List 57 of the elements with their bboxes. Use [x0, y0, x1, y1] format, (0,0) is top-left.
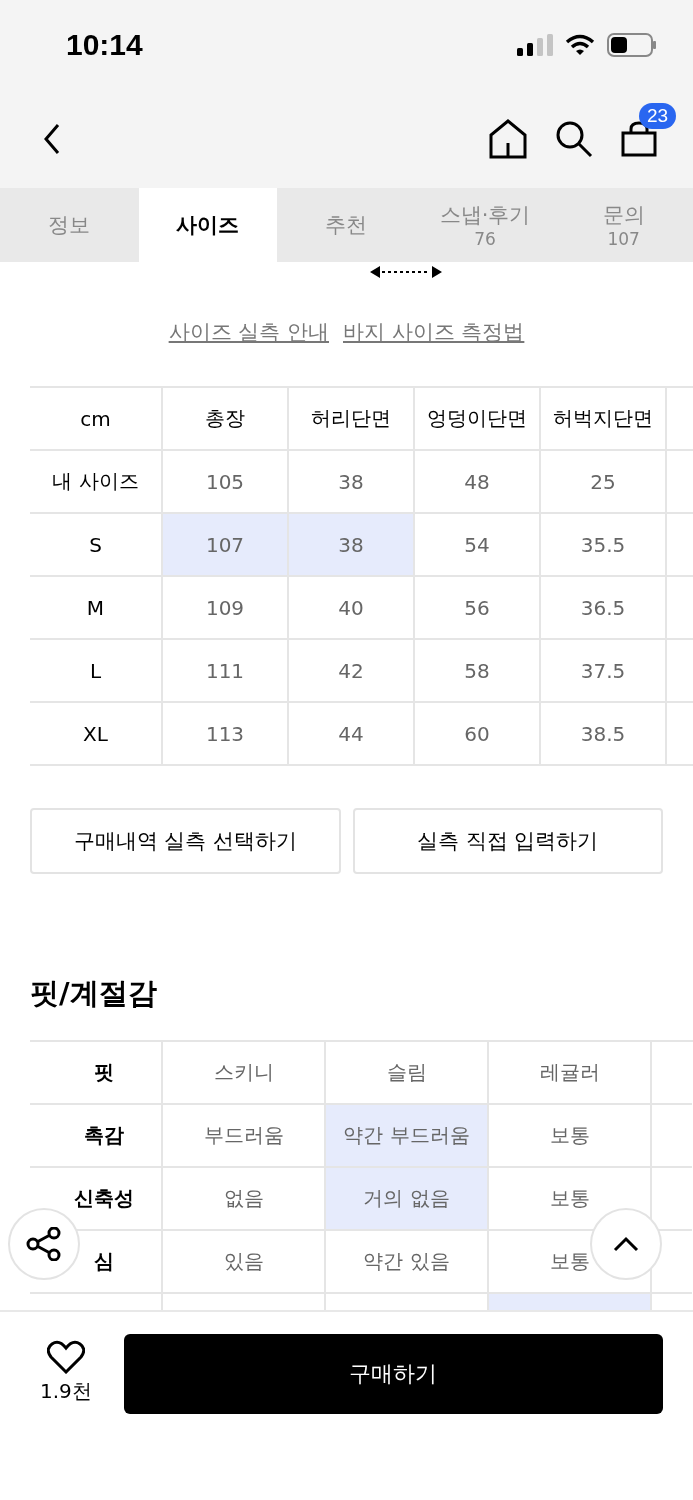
battery-icon: [607, 33, 657, 57]
table-cell: 58: [415, 640, 541, 703]
bag-icon[interactable]: [621, 121, 657, 157]
share-icon: [26, 1227, 62, 1261]
signal-icon: [517, 34, 553, 56]
home-icon[interactable]: [489, 119, 527, 159]
wifi-icon: [565, 34, 595, 56]
table-cell: 36.5: [541, 577, 667, 640]
table-cell: 약간 부드러움: [326, 1105, 489, 1168]
search-icon[interactable]: [555, 120, 593, 158]
row-header: 핏: [30, 1042, 163, 1105]
row-header: M: [30, 577, 163, 640]
table-cell: 레귤러: [489, 1042, 652, 1105]
table-cell: 42: [289, 640, 415, 703]
table-cell: 25: [541, 451, 667, 514]
table-cell: 약간 있음: [326, 1231, 489, 1294]
heart-icon[interactable]: [46, 1340, 85, 1374]
tab[interactable]: 사이즈: [138, 188, 278, 262]
table-cell: 60: [415, 703, 541, 766]
back-icon[interactable]: [44, 124, 60, 154]
guide-link[interactable]: 바지 사이즈 측정법: [343, 318, 525, 346]
table-cell: 107: [163, 514, 289, 577]
table-cell: 56: [415, 577, 541, 640]
table-cell: 48: [415, 451, 541, 514]
table-cell: 보통: [489, 1105, 652, 1168]
table-cell: 40: [289, 577, 415, 640]
column-header: 엉덩이단면: [415, 388, 541, 451]
guide-link[interactable]: 사이즈 실측 안내: [168, 318, 329, 346]
status-time: 10:14: [66, 28, 143, 62]
table-cell: 38: [289, 514, 415, 577]
measure-button[interactable]: 구매내역 실측 선택하기: [30, 808, 341, 874]
row-header: 내 사이즈: [30, 451, 163, 514]
table-cell: 109: [163, 577, 289, 640]
row-header: 촉감: [30, 1105, 163, 1168]
table-cell: 44: [289, 703, 415, 766]
table-cell: 38.5: [541, 703, 667, 766]
column-header: 허리단면: [289, 388, 415, 451]
section-title: 핏/계절감: [30, 975, 158, 1012]
table-cell: 111: [163, 640, 289, 703]
buy-button[interactable]: 구매하기: [123, 1334, 663, 1414]
table-cell: 37.5: [541, 640, 667, 703]
cart-count-badge: 23: [639, 103, 677, 129]
measure-arrow-icon: [370, 265, 442, 279]
table-cell: 35.5: [541, 514, 667, 577]
column-header: 총장: [163, 388, 289, 451]
table-cell: 있음: [163, 1231, 326, 1294]
table-cell: 113: [163, 703, 289, 766]
column-header: 허벅지단면: [541, 388, 667, 451]
row-header: L: [30, 640, 163, 703]
table-cell: 54: [415, 514, 541, 577]
measure-button[interactable]: 실측 직접 입력하기: [352, 808, 663, 874]
table-cell: 스키니: [163, 1042, 326, 1105]
table-cell: 거의 없음: [326, 1168, 489, 1231]
like-count: 1.9천: [40, 1378, 92, 1405]
row-header: XL: [30, 703, 163, 766]
chevron-up-icon: [613, 1236, 639, 1252]
unit-header: cm: [30, 388, 163, 451]
